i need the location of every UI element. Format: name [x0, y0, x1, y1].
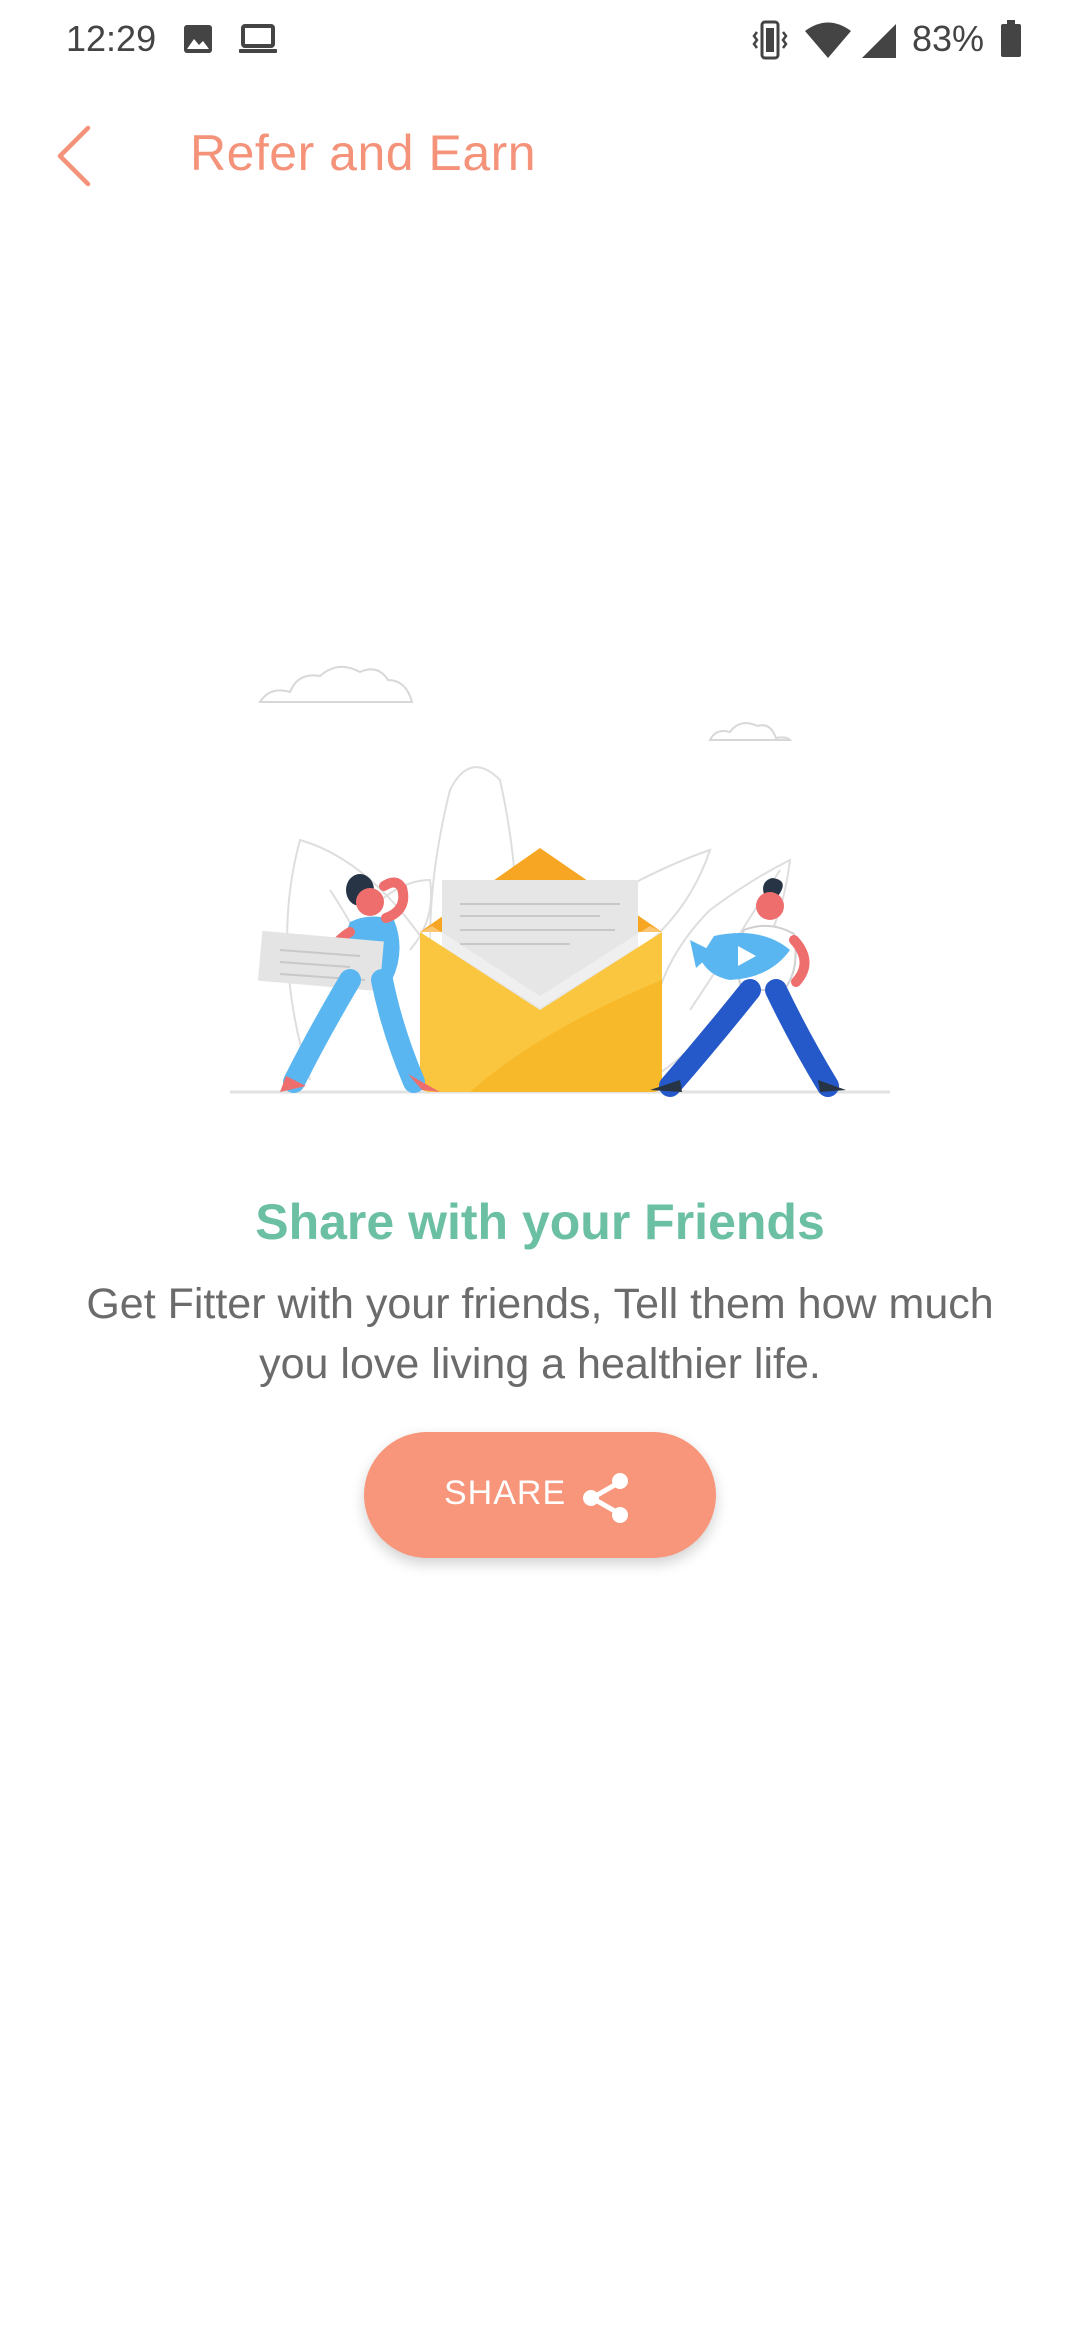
laptop-icon — [239, 24, 277, 53]
back-button[interactable] — [44, 116, 106, 196]
app-bar: Refer and Earn — [0, 100, 1080, 212]
envelope-icon — [420, 848, 662, 1092]
battery-icon — [1001, 20, 1021, 57]
signal-icon — [862, 24, 896, 58]
share-button[interactable]: SHARE — [364, 1432, 716, 1558]
status-time: 12:29 — [66, 18, 157, 59]
battery-percent: 83% — [912, 18, 985, 59]
vibrate-icon — [752, 20, 788, 60]
refer-friends-illustration — [230, 665, 890, 1097]
image-icon — [184, 25, 212, 53]
share-button-label: SHARE — [444, 1474, 567, 1512]
chevron-left-icon — [57, 125, 91, 187]
share-icon — [583, 1473, 628, 1523]
cloud-icon — [258, 665, 793, 741]
description-text: Get Fitter with your friends, Tell them … — [86, 1280, 994, 1388]
wifi-icon — [805, 22, 851, 58]
person-left-illustration — [257, 874, 440, 1093]
page-title: Refer and Earn — [190, 125, 537, 181]
headline: Share with your Friends — [255, 1194, 825, 1250]
status-bar: 12:29 83% — [0, 0, 1080, 84]
